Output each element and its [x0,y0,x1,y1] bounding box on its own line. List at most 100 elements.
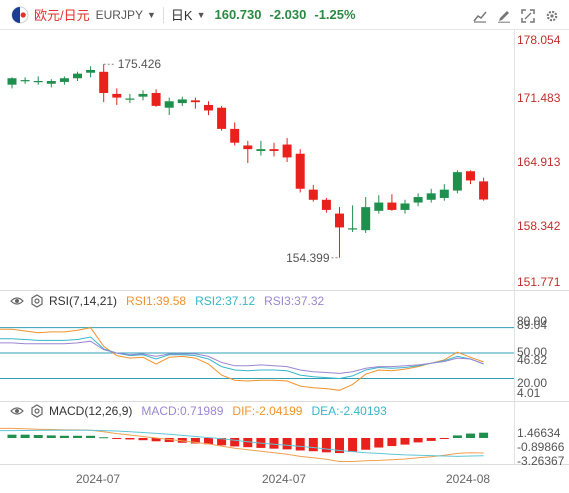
dea-line [0,429,484,457]
rsi-axis-tick: 89.04 [517,318,548,332]
drawing-icon[interactable] [494,6,513,25]
pair-code[interactable]: EURJPY [96,8,143,22]
candle-body [243,145,253,150]
candle-body [452,172,462,191]
price-axis-tick: 158.342 [517,219,561,233]
panel-divider [0,401,569,402]
candle-body [190,100,200,103]
macd-histogram-bar [361,437,371,450]
price-axis-tick: 178.054 [517,33,561,47]
candle-body [413,197,423,203]
candle-body [7,78,17,85]
macd-histogram-bar [243,437,253,448]
macd-histogram-bar [387,437,397,447]
price-axis-line [514,30,515,465]
macd-histogram-bar [413,437,423,443]
last-price: 160.730 [214,7,262,22]
macd-histogram-bar [164,437,174,443]
candle-body [466,171,475,181]
macd-histogram-bar [269,437,279,449]
macd-histogram-bar [439,437,449,439]
x-axis-tick: 2024-07 [262,472,307,486]
macd-histogram-bar [452,435,462,438]
eye-icon[interactable] [10,294,24,308]
dea-value: DEA:-2.40193 [311,404,387,418]
period-caret-down-icon[interactable]: ▼ [197,10,206,20]
macd-histogram-bar [348,437,358,452]
rsi-series-line [0,327,484,391]
macd-histogram-bar [20,434,30,438]
settings-icon[interactable] [30,404,44,418]
macd-histogram-bar [86,435,96,438]
macd-histogram-bar [138,437,148,441]
eye-icon[interactable] [10,404,24,418]
high-annotation: 175.426 [118,57,162,71]
candle-body [479,181,489,200]
macd-value: MACD:0.71989 [141,404,224,418]
chart-canvas[interactable]: 175.426 154.399 [0,0,569,493]
candle-body [439,189,449,198]
price-axis-tick: 164.913 [517,155,561,169]
candle-body [321,199,331,210]
macd-histogram-bar [217,437,227,446]
macd-title: MACD(12,26,9) [49,404,133,418]
macd-histogram-bar [73,435,82,438]
macd-histogram-bar [256,437,266,448]
candle-body [269,149,279,151]
caret-down-icon[interactable]: ▼ [147,10,156,20]
indicator-icon[interactable] [470,6,489,25]
candle-body [348,228,358,230]
rsi-legend: RSI(7,14,21) RSI1:39.58 RSI2:37.12 RSI3:… [0,293,324,309]
macd-histogram-bar [112,437,122,439]
macd-axis-tick: -3.26367 [517,454,565,468]
pair-name-cn[interactable]: 欧元/日元 [34,5,90,24]
macd-histogram-bar [400,437,410,445]
rsi-series-line [0,336,484,380]
candle-body [151,92,161,106]
divider [162,6,164,23]
macd-histogram-bar [466,433,475,438]
settings-icon[interactable] [30,294,44,308]
macd-histogram-bar [190,437,200,444]
candle-body [361,207,371,231]
candle-body [256,149,266,151]
price-change-pct: -1.25% [314,7,356,22]
macd-histogram-bar [321,437,331,453]
candle-body [204,104,213,111]
candle-body [400,203,410,210]
candle-body [230,128,240,143]
candle-body [282,144,292,158]
candle-body [33,81,43,83]
macd-histogram-bar [426,437,436,441]
fullscreen-icon[interactable] [518,6,537,25]
macd-axis-tick: -0.89866 [517,440,565,454]
price-axis-tick: 171.483 [517,91,561,105]
candle-body [138,93,148,97]
macd-histogram-bar [33,435,43,438]
macd-histogram-bar [59,435,69,438]
candle-body [99,71,109,93]
candle-body [374,202,384,211]
rsi2-value: RSI2:37.12 [195,294,256,308]
dif-value: DIF:-2.04199 [232,404,303,418]
macd-histogram-bar [46,435,56,438]
macd-histogram-bar [479,432,489,438]
period-selector[interactable]: 日K [171,5,193,24]
macd-histogram-bar [335,437,344,454]
candle-body [125,98,135,100]
rsi-axis-tick: 4.01 [517,386,541,400]
dif-line [0,427,484,462]
settings-icon[interactable] [542,6,561,25]
panel-divider [0,464,569,465]
rsi-series-line [0,340,484,374]
panel-divider [0,290,569,291]
macd-legend: MACD(12,26,9) MACD:0.71989 DIF:-2.04199 … [0,403,387,419]
x-axis-tick: 2024-07 [76,472,121,486]
macd-histogram-bar [295,437,305,451]
eu-jp-flag-icon [11,6,29,24]
candle-body [295,153,305,189]
candle-body [308,189,318,200]
rsi1-value: RSI1:39.58 [126,294,187,308]
rsi-axis-tick: 46.82 [517,353,548,367]
macd-histogram-bar [282,437,292,450]
